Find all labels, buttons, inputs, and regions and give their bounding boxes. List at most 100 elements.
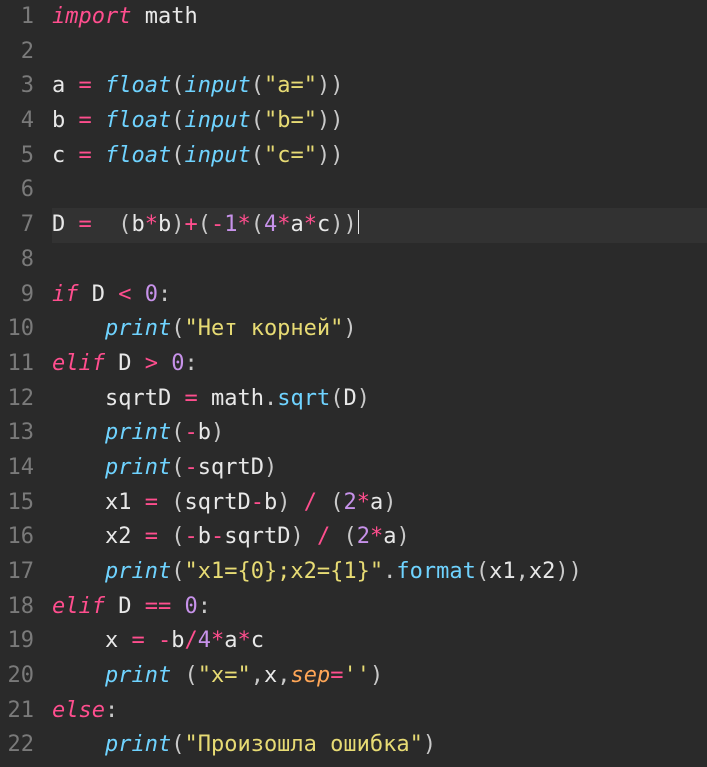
token-punct: )	[317, 108, 330, 133]
line-number: 13	[0, 416, 34, 451]
token-punct: )	[317, 143, 330, 168]
token-op: ==	[145, 594, 172, 619]
line-number: 2	[0, 35, 34, 70]
token-punct: (	[171, 108, 184, 133]
code-line[interactable]: import math	[52, 0, 707, 35]
token-builtin: print	[105, 455, 171, 480]
line-number: 11	[0, 347, 34, 382]
token-var: x1	[105, 490, 132, 515]
token-punct: :	[184, 351, 197, 376]
token-var: a	[291, 212, 304, 237]
token-punct: ,	[251, 663, 264, 688]
code-line[interactable]	[52, 243, 707, 278]
token-var: a	[370, 490, 383, 515]
token-op: =	[131, 628, 144, 653]
token-str: ''	[343, 663, 370, 688]
code-line[interactable]: elif D == 0:	[52, 590, 707, 625]
token-punct: )	[211, 420, 224, 445]
token-punct: (	[171, 732, 184, 757]
token-punct: )	[357, 386, 370, 411]
code-line[interactable]: print("Нет корней")	[52, 312, 707, 347]
token-var: a	[224, 628, 237, 653]
code-line[interactable]: elif D > 0:	[52, 347, 707, 382]
token-op: -	[211, 212, 224, 237]
code-line[interactable]	[52, 173, 707, 208]
token-var: sqrtD	[105, 386, 171, 411]
token-num: 0	[171, 351, 184, 376]
token-punct: )	[264, 455, 277, 480]
token-var: x2	[105, 524, 132, 549]
token-punct: (	[171, 143, 184, 168]
token-builtin: float	[105, 73, 171, 98]
token-op: -	[211, 524, 224, 549]
token-num: 2	[357, 524, 370, 549]
token-op: /	[317, 524, 330, 549]
token-op: *	[370, 524, 383, 549]
token-keyword: import	[52, 4, 131, 29]
code-area[interactable]: import matha = float(input("a="))b = flo…	[46, 0, 707, 767]
code-line[interactable]: b = float(input("b="))	[52, 104, 707, 139]
code-editor[interactable]: 12345678910111213141516171819202122 impo…	[0, 0, 707, 767]
token-var: sqrtD	[224, 524, 290, 549]
token-punct: :	[198, 594, 211, 619]
code-line[interactable]: sqrtD = math.sqrt(D)	[52, 382, 707, 417]
code-line[interactable]: print(-b)	[52, 416, 707, 451]
code-line[interactable]: print("x1={0};x2={1}".format(x1,x2))	[52, 555, 707, 590]
token-var: x1	[489, 559, 516, 584]
token-builtin: input	[184, 73, 250, 98]
code-line[interactable]: if D < 0:	[52, 278, 707, 313]
token-op: *	[145, 212, 158, 237]
token-punct: (	[171, 455, 184, 480]
token-builtin: float	[105, 108, 171, 133]
token-builtin: print	[105, 732, 171, 757]
token-var: b	[264, 490, 277, 515]
code-line[interactable]: print("Произошла ошибка")	[52, 728, 707, 763]
token-func: sqrt	[277, 386, 330, 411]
token-str: "b="	[264, 108, 317, 133]
token-num: 1	[224, 212, 237, 237]
token-op: =	[79, 108, 92, 133]
token-var: c	[251, 628, 264, 653]
code-line[interactable]: print(-sqrtD)	[52, 451, 707, 486]
token-op: =	[79, 73, 92, 98]
token-punct: (	[476, 559, 489, 584]
token-punct: (	[184, 663, 197, 688]
line-number: 1	[0, 0, 34, 35]
token-punct: ,	[516, 559, 529, 584]
line-number: 18	[0, 590, 34, 625]
token-punct: )	[396, 524, 409, 549]
code-line[interactable]: D = (b*b)+(-1*(4*a*c))	[52, 208, 707, 243]
token-var: D	[92, 282, 105, 307]
line-number: 12	[0, 382, 34, 417]
token-var: c	[317, 212, 330, 237]
token-punct: )	[277, 490, 290, 515]
code-line[interactable]: c = float(input("c="))	[52, 139, 707, 174]
token-punct: (	[171, 490, 184, 515]
token-punct: (	[251, 108, 264, 133]
line-number: 10	[0, 312, 34, 347]
code-line[interactable]: x = -b/4*a*c	[52, 624, 707, 659]
token-op: /	[304, 490, 317, 515]
line-number: 20	[0, 659, 34, 694]
token-punct: )	[171, 212, 184, 237]
code-line[interactable]	[52, 35, 707, 70]
token-punct: )	[370, 663, 383, 688]
token-var: b	[198, 420, 211, 445]
token-punct: (	[330, 386, 343, 411]
token-str: "Произошла ошибка"	[184, 732, 422, 757]
line-number-gutter: 12345678910111213141516171819202122	[0, 0, 46, 767]
code-line[interactable]: x1 = (sqrtD-b) / (2*a)	[52, 486, 707, 521]
code-line[interactable]: else:	[52, 694, 707, 729]
token-func: format	[396, 559, 475, 584]
code-line[interactable]: a = float(input("a="))	[52, 69, 707, 104]
line-number: 5	[0, 139, 34, 174]
token-punct: :	[105, 698, 118, 723]
token-keyword: elif	[52, 351, 105, 376]
line-number: 3	[0, 69, 34, 104]
code-line[interactable]: x2 = (-b-sqrtD) / (2*a)	[52, 520, 707, 555]
token-var: D	[52, 212, 65, 237]
code-line[interactable]: print ("x=",x,sep='')	[52, 659, 707, 694]
token-punct: (	[118, 212, 131, 237]
token-punct: (	[251, 212, 264, 237]
token-punct: .	[383, 559, 396, 584]
